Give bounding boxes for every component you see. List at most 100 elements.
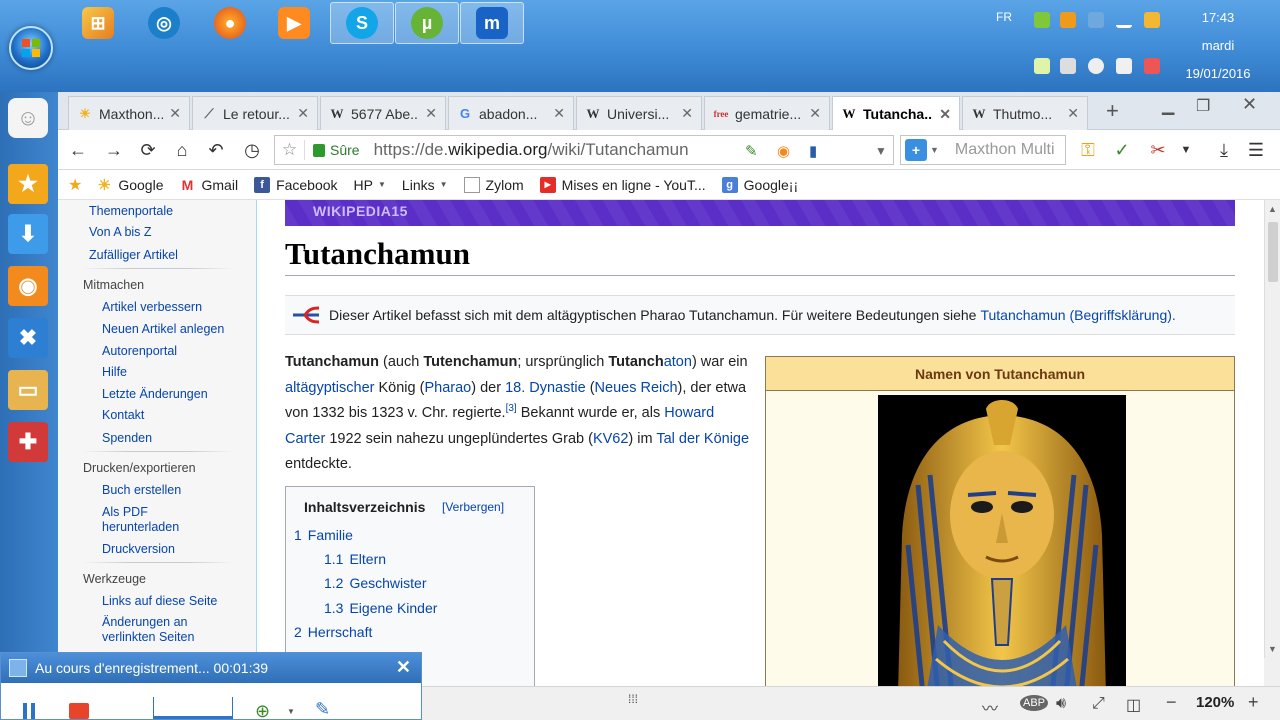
link-18-dynastie[interactable]: 18. Dynastie (505, 380, 586, 396)
tutankhamun-mask-image[interactable] (878, 395, 1126, 686)
bookmark-folder-links[interactable]: Links ▼ (402, 177, 448, 193)
zoom-in-button[interactable]: + (1248, 692, 1259, 713)
new-tab-button[interactable]: + (1106, 98, 1119, 124)
menu-icon[interactable]: ☰ (1244, 138, 1268, 162)
chevron-down-icon[interactable]: ▼ (287, 707, 295, 716)
sidebar-link-autorenportal[interactable]: Autorenportal (102, 344, 177, 358)
sidebar-heading-werkzeuge[interactable]: Werkzeuge (83, 572, 146, 586)
taskbar-utorrent-icon[interactable]: µ (395, 2, 459, 44)
url-text[interactable]: https://de.wikipedia.org/wiki/Tutanchamu… (374, 140, 689, 160)
tab-thutmo[interactable]: W Thutmo... ✕ (962, 96, 1088, 130)
language-indicator[interactable]: FR (996, 10, 1012, 24)
games-icon[interactable]: ✚ (8, 422, 48, 462)
sidebar-link-themenportale[interactable]: Themenportale (89, 204, 173, 218)
tray-usb-icon[interactable] (1116, 58, 1132, 74)
zoom-out-button[interactable]: − (1166, 692, 1177, 713)
sidebar-link-buch-erstellen[interactable]: Buch erstellen (102, 483, 181, 497)
activity-icon[interactable]: 〰 (982, 695, 998, 719)
tray-device-icon[interactable] (1060, 58, 1076, 74)
taskbar-explorer-icon[interactable]: ⊞ (66, 2, 130, 44)
scrollbar-thumb[interactable] (1268, 222, 1278, 282)
link-neues-reich[interactable]: Neues Reich (595, 380, 678, 396)
home-button[interactable]: ⌂ (170, 138, 194, 162)
key-icon[interactable]: ⚿ (1076, 138, 1100, 162)
tray-utorrent-icon[interactable] (1034, 12, 1050, 28)
fullscreen-icon[interactable]: ⤢ (1092, 695, 1105, 713)
bookmark-google[interactable]: ☀ Google (96, 177, 164, 194)
close-icon[interactable]: ✕ (809, 105, 821, 122)
toc-item-familie[interactable]: 1 Familie (294, 527, 353, 543)
reference-link[interactable]: [3] (506, 403, 517, 414)
tray-network-icon[interactable] (1088, 12, 1104, 28)
download-manager-icon[interactable]: ⤓ (1212, 138, 1236, 162)
address-dropdown-icon[interactable]: ▼ (875, 144, 887, 158)
clock-weekday[interactable]: mardi (1168, 38, 1268, 53)
link-altagyptischer[interactable]: altägyptischer (285, 380, 374, 396)
search-box[interactable]: + ▼ Maxthon Multi (900, 135, 1066, 165)
bookmark-gmail[interactable]: M Gmail (180, 177, 238, 193)
address-bar[interactable]: ☆ Sûre https://de.wikipedia.org/wiki/Tut… (274, 135, 894, 165)
screenshot-icon[interactable]: ✂ (1146, 138, 1170, 162)
bookmark-youtube[interactable]: ▶ Mises en ligne - YouT... (539, 176, 706, 193)
stop-button[interactable] (69, 703, 89, 719)
rss-feed-icon[interactable]: ◉ (777, 142, 790, 160)
scroll-up-icon[interactable]: ▲ (1268, 204, 1277, 214)
reload-button[interactable]: ⟳ (136, 138, 160, 162)
reader-mode-icon[interactable]: ▮ (809, 142, 817, 160)
tab-maxthon[interactable]: ☀ Maxthon... ✕ (68, 96, 190, 130)
magic-fill-icon[interactable]: ✓ (1110, 138, 1134, 162)
grip-handle-icon[interactable]: ⁞⁞⁞ (628, 692, 638, 706)
close-icon[interactable]: ✕ (396, 657, 411, 678)
close-icon[interactable]: ✕ (1067, 105, 1079, 122)
sidebar-link-verlinkten-seiten[interactable]: verlinkten Seiten (102, 630, 194, 644)
tools-icon[interactable]: ✖ (8, 318, 48, 358)
sidebar-link-kontakt[interactable]: Kontakt (102, 408, 144, 422)
bookmark-zylom[interactable]: Zylom (463, 176, 524, 193)
sound-icon[interactable]: 🔊︎ (1056, 695, 1066, 713)
tab-tutanchamun[interactable]: W Tutancha... ✕ (832, 96, 960, 131)
toc-item-eltern[interactable]: 1.1 Eltern (324, 551, 386, 567)
zoom-level[interactable]: 120% (1196, 694, 1234, 711)
chevron-down-icon[interactable]: ▼ (1174, 138, 1198, 162)
pause-button[interactable] (21, 703, 37, 719)
tab-gematrie[interactable]: free gematrie... ✕ (704, 96, 830, 130)
bookmark-star-icon[interactable]: ☆ (275, 140, 305, 160)
sidebar-link-zufalliger-artikel[interactable]: Zufälliger Artikel (89, 248, 178, 262)
taskbar-firefox-icon[interactable]: ● (198, 2, 262, 44)
sidebar-link-als-pdf[interactable]: Als PDF (102, 505, 148, 519)
restore-button[interactable]: ❐ (1196, 96, 1210, 116)
history-button[interactable]: ◷ (240, 138, 264, 162)
tray-signal-icon[interactable] (1116, 12, 1132, 28)
chevron-down-icon[interactable]: ▼ (930, 145, 939, 155)
tab-universi[interactable]: W Universi... ✕ (576, 96, 702, 130)
sidebar-heading-drucken[interactable]: Drucken/exportieren (83, 461, 196, 475)
toc-item-eigene-kinder[interactable]: 1.3 Eigene Kinder (324, 600, 437, 616)
vertical-scrollbar[interactable]: ▲ ▼ (1264, 200, 1280, 658)
sidebar-link-links-auf-diese-seite[interactable]: Links auf diese Seite (102, 594, 217, 608)
undo-close-button[interactable]: ↶ (204, 138, 228, 162)
notes-icon[interactable]: ▭ (8, 370, 48, 410)
split-view-icon[interactable]: ◫ (1126, 695, 1141, 715)
close-icon[interactable]: ✕ (553, 105, 565, 122)
taskbar-media-player-icon[interactable]: ▶ (262, 2, 326, 44)
sidebar-heading-mitmachen[interactable]: Mitmachen (83, 278, 144, 292)
secure-badge[interactable]: Sûre (313, 142, 360, 158)
smiley-icon[interactable]: ☺ (8, 98, 48, 138)
tray-notes-icon[interactable] (1034, 58, 1050, 74)
tray-power-icon[interactable] (1144, 58, 1160, 74)
link-kv62[interactable]: KV62 (593, 431, 628, 447)
tab-le-retour[interactable]: ⟋ Le retour... ✕ (192, 96, 318, 130)
link-aton[interactable]: aton (664, 354, 692, 370)
taskbar-app-icon[interactable]: ◎ (132, 2, 196, 44)
sidebar-link-anderungen-an[interactable]: Änderungen an (102, 615, 188, 629)
tray-warning-icon[interactable] (1060, 12, 1076, 28)
wikipedia15-banner[interactable]: WIKIPEDIA15 (285, 200, 1235, 226)
scroll-down-icon[interactable]: ▼ (1268, 644, 1277, 654)
tab-abadon[interactable]: G abadon... ✕ (448, 96, 574, 130)
taskbar-skype-icon[interactable]: S (330, 2, 394, 44)
taskbar-maxthon-icon[interactable]: m (460, 2, 524, 44)
favorites-star-icon[interactable]: ★ (8, 164, 48, 204)
sidebar-link-letzte-anderungen[interactable]: Letzte Änderungen (102, 387, 208, 401)
bookmark-google-2[interactable]: g Google¡¡ (721, 176, 798, 193)
minimize-button[interactable]: ▁ (1162, 96, 1174, 116)
